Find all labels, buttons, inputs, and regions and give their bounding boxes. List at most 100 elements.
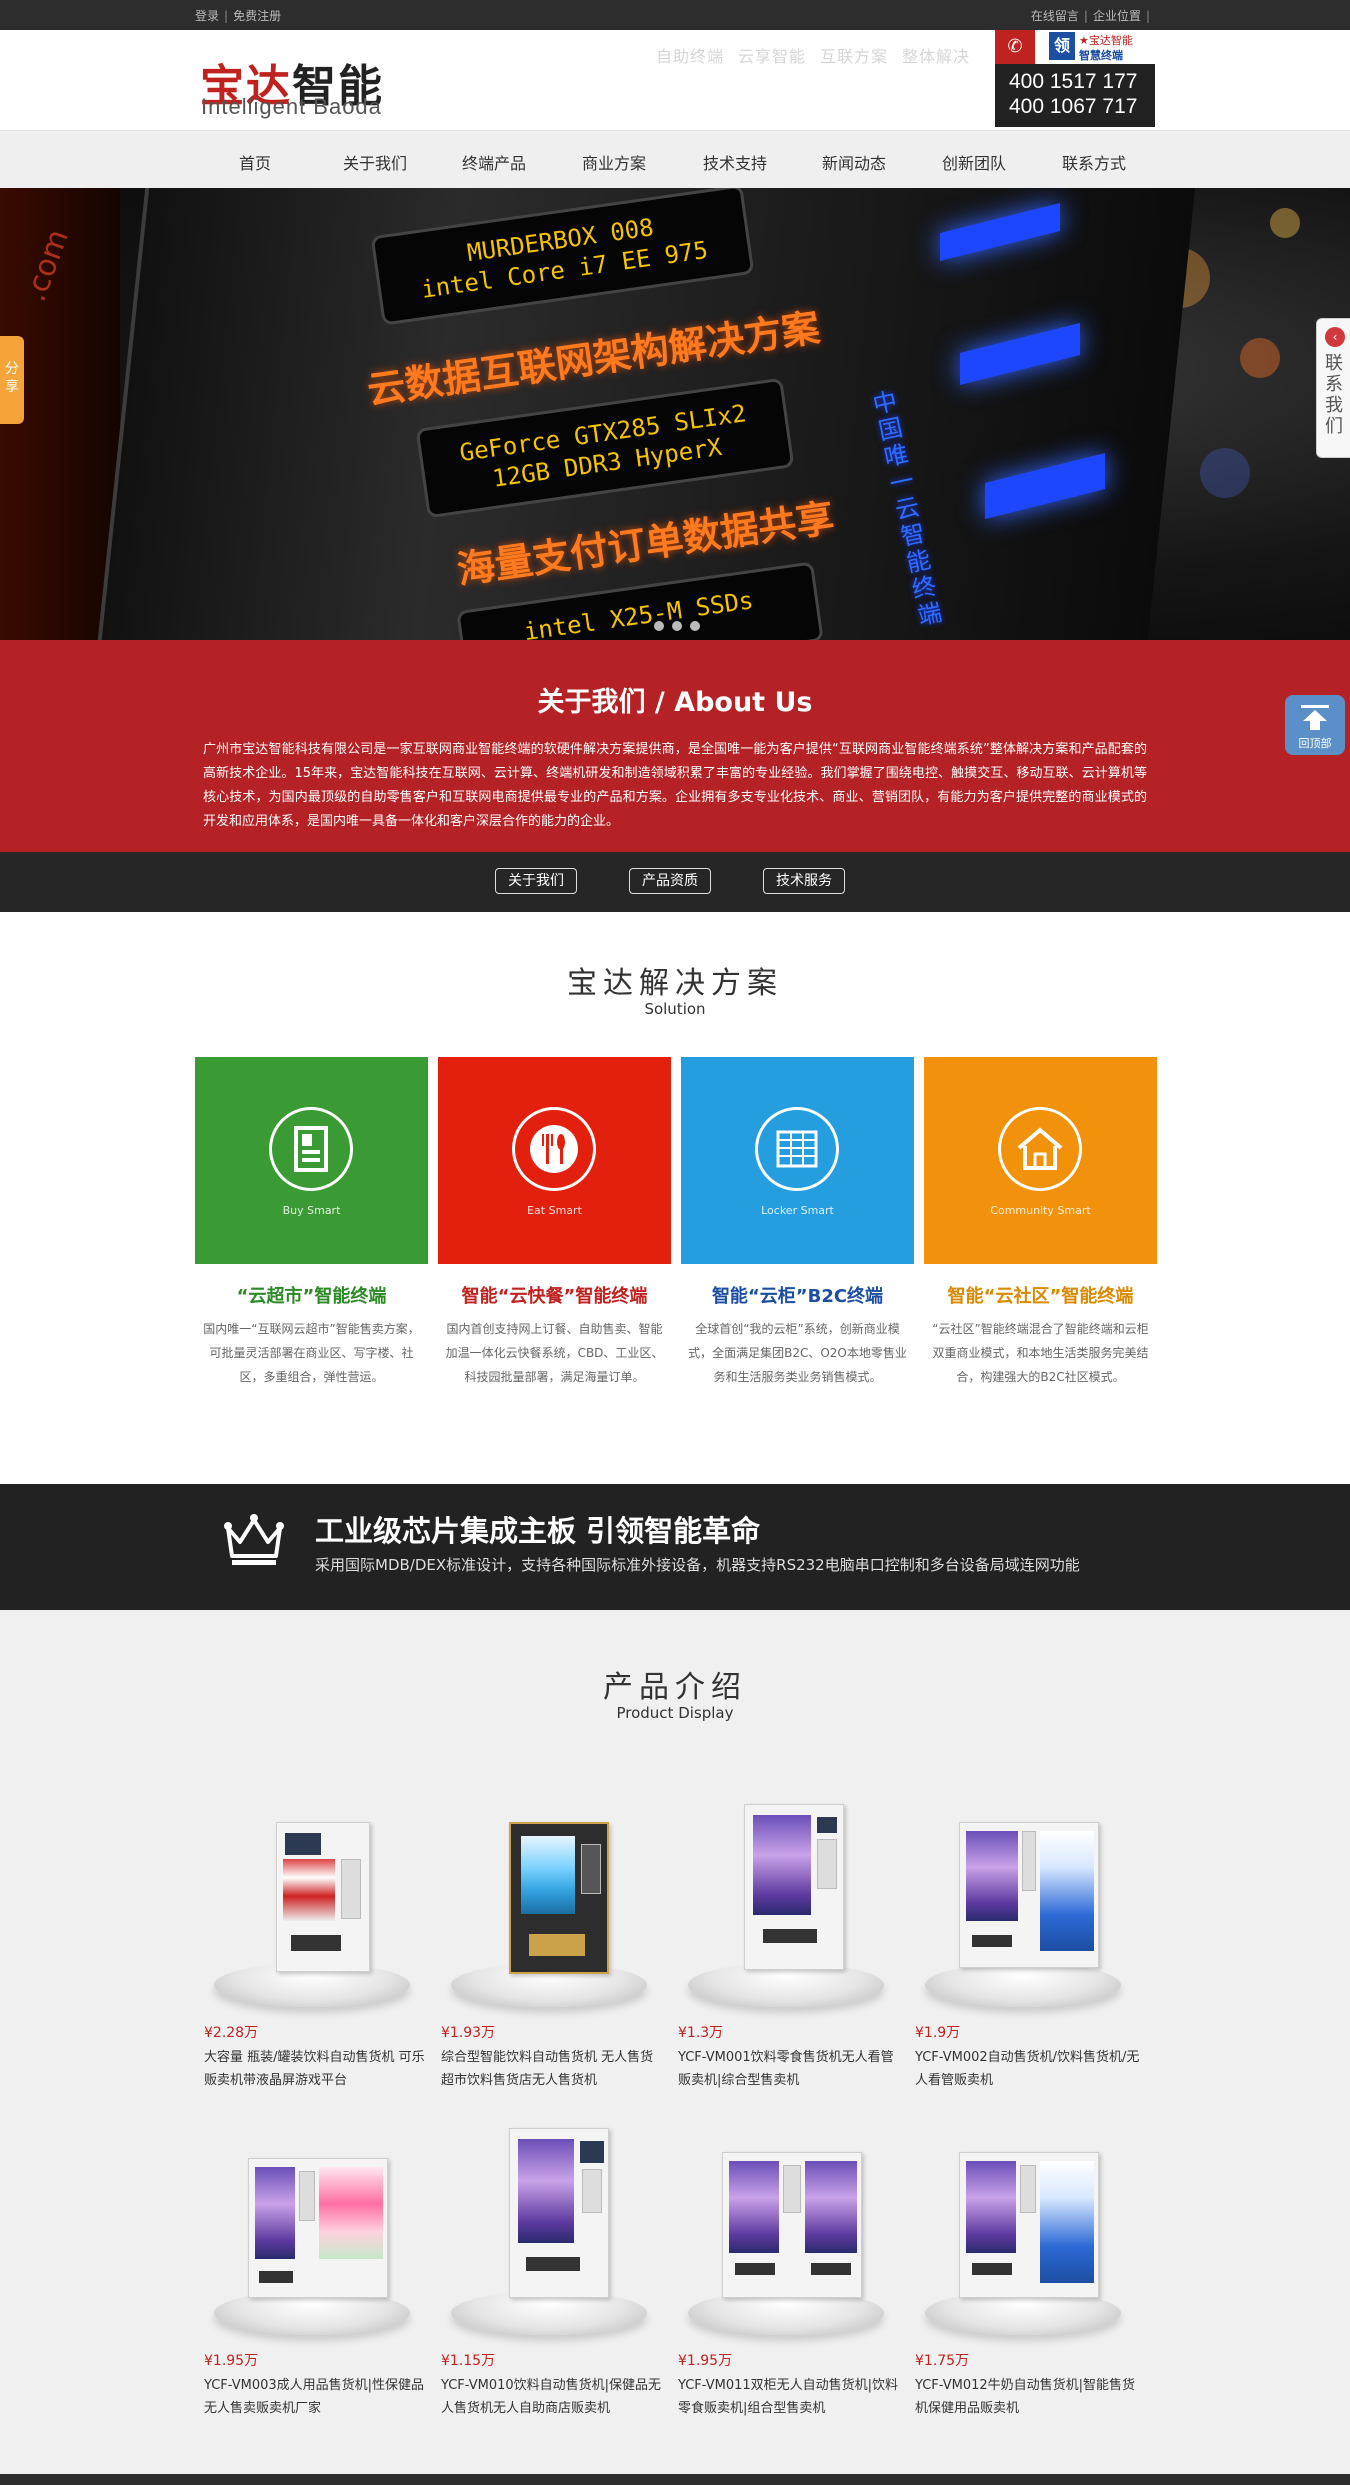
- home-icon-glyph: [1017, 1127, 1063, 1170]
- solution-card[interactable]: Buy Smart: [195, 1057, 428, 1264]
- product-desc[interactable]: YCF-VM002自动售货机/饮料售货机/无人看管贩卖机: [915, 2046, 1140, 2092]
- logo-english: Intelligent Baoda: [201, 94, 382, 119]
- machine-window: [729, 2161, 779, 2253]
- product-image[interactable]: [911, 1800, 1136, 2015]
- solution-name[interactable]: 智能“云柜”B2C终端: [681, 1282, 914, 1308]
- qualification-button[interactable]: 产品资质: [629, 868, 711, 894]
- product-price: ¥1.95万: [678, 2353, 733, 2369]
- solution-desc: 国内首创支持网上订餐、自助售卖、智能加温一体化云快餐系统，CBD、工业区、科技园…: [445, 1322, 664, 1384]
- arrow-up-icon: [1301, 705, 1329, 730]
- machine-slot: [291, 1935, 341, 1951]
- about-title: 关于我们 / About Us: [537, 687, 813, 718]
- machine-window: [521, 1836, 575, 1914]
- product-desc[interactable]: 综合型智能饮料自动售货机 无人售货超市饮料售货店无人售货机: [441, 2046, 666, 2092]
- nav-item-team[interactable]: 创新团队: [914, 150, 1034, 174]
- solution-name[interactable]: 智能“云社区”智能终端: [924, 1282, 1157, 1308]
- solution-desc: 全球首创“我的云柜”系统，创新商业模式，全面满足集团B2C、O2O本地零售业务和…: [688, 1322, 907, 1384]
- top-bar: 登录 | 免费注册 在线留言 | 企业位置 |: [0, 0, 1350, 30]
- carousel-dot[interactable]: [654, 621, 664, 631]
- machine-slot: [763, 1929, 817, 1943]
- product-desc[interactable]: YCF-VM003成人用品售货机|性保健品无人售卖贩卖机厂家: [204, 2374, 429, 2420]
- solution-card[interactable]: Community Smart: [924, 1057, 1157, 1264]
- product-desc[interactable]: YCF-VM012牛奶自动售货机|智能售货机保健用品贩卖机: [915, 2374, 1140, 2420]
- header-slogan: 自助终端 云享智能 互联方案 整体解决: [656, 43, 984, 67]
- vending-machine: [722, 2152, 862, 2298]
- slogan-item: 互联方案: [820, 47, 889, 66]
- carousel-dot[interactable]: [690, 621, 700, 631]
- feature-strip: 工业级芯片集成主板 引领智能革命 采用国际MDB/DEX标准设计，支持各种国际标…: [0, 1484, 1350, 1610]
- locker-icon: [755, 1107, 839, 1191]
- product-desc[interactable]: YCF-VM001饮料零食售货机无人看管贩卖机|综合型售卖机: [678, 2046, 903, 2092]
- product-price: ¥1.3万: [678, 2025, 724, 2041]
- message-link[interactable]: 在线留言: [1031, 7, 1079, 24]
- product-image[interactable]: [674, 1800, 899, 2015]
- separator: |: [224, 9, 229, 23]
- solution-card[interactable]: Locker Smart: [681, 1057, 914, 1264]
- utility-links: 在线留言 | 企业位置 |: [1031, 7, 1155, 24]
- solution-name[interactable]: “云超市”智能终端: [195, 1282, 428, 1308]
- share-tab[interactable]: 分享: [0, 336, 24, 424]
- locker-grid: [1040, 1831, 1094, 1951]
- machine-slot: [526, 2257, 580, 2271]
- back-to-top-button[interactable]: 回顶部: [1285, 695, 1345, 755]
- vending-machine: [744, 1804, 844, 1970]
- machine-window: [255, 2167, 295, 2259]
- machine-panel: [1020, 2165, 1036, 2213]
- hero-banner[interactable]: .com MURDERBOX 008 intel Core i7 EE 975 …: [0, 188, 1350, 640]
- product-image[interactable]: [200, 1800, 425, 2015]
- nav-item-products[interactable]: 终端产品: [434, 150, 554, 174]
- machine-panel: [582, 2169, 602, 2213]
- contact-tab[interactable]: ‹ 联系我们: [1316, 318, 1350, 458]
- machine-screen: [817, 1817, 837, 1833]
- solution-card[interactable]: Eat Smart: [438, 1057, 671, 1264]
- site-header: 宝达智能 Intelligent Baoda 自助终端 云享智能 互联方案 整体解决 …: [0, 30, 1350, 130]
- hotline-2: 400 1067 717: [1009, 95, 1138, 118]
- product-image[interactable]: [437, 1800, 662, 2015]
- product-image[interactable]: [674, 2128, 899, 2343]
- nav-item-contact[interactable]: 联系方式: [1034, 150, 1154, 174]
- nav-item-about[interactable]: 关于我们: [315, 150, 435, 174]
- product-desc[interactable]: YCF-VM011双柜无人自动售货机|饮料零食贩卖机|组合型售卖机: [678, 2374, 903, 2420]
- nav-item-solutions[interactable]: 商业方案: [554, 150, 674, 174]
- register-link[interactable]: 免费注册: [233, 7, 281, 24]
- nav-item-news[interactable]: 新闻动态: [794, 150, 914, 174]
- phone-icon: ✆: [995, 30, 1035, 64]
- bokeh-light: [1200, 448, 1250, 498]
- bokeh-light: [1240, 338, 1280, 378]
- login-link[interactable]: 登录: [195, 7, 219, 24]
- product-price: ¥1.15万: [441, 2353, 496, 2369]
- machine-slot: [972, 2263, 1012, 2275]
- store-icon-glyph: [294, 1126, 328, 1172]
- about-links-bar: 关于我们 产品资质 技术服务: [0, 852, 1350, 912]
- solution-en: Community Smart: [990, 1204, 1091, 1217]
- product-image[interactable]: [200, 2128, 425, 2343]
- product-desc[interactable]: YCF-VM010饮料自动售货机|保健品无人售货机无人自助商店贩卖机: [441, 2374, 666, 2420]
- machine-panel: [299, 2171, 315, 2221]
- nav-item-home[interactable]: 首页: [195, 150, 315, 174]
- nav-item-support[interactable]: 技术支持: [675, 150, 795, 174]
- solution-name[interactable]: 智能“云快餐”智能终端: [438, 1282, 671, 1308]
- solution-desc: “云社区”智能终端混合了智能终端和云柜双重商业模式，和本地生活类服务完美结合，构…: [932, 1322, 1149, 1384]
- machine-slot: [735, 2263, 775, 2275]
- tech-service-button[interactable]: 技术服务: [763, 868, 845, 894]
- product-desc[interactable]: 大容量 瓶装/罐装饮料自动售货机 可乐贩卖机带液晶屏游戏平台: [204, 2046, 429, 2092]
- about-us-button[interactable]: 关于我们: [495, 868, 577, 894]
- solutions-title: 宝达解决方案: [567, 966, 783, 1001]
- carousel-dot[interactable]: [672, 621, 682, 631]
- share-label: 分享: [5, 361, 19, 395]
- product-price: ¥1.75万: [915, 2353, 970, 2369]
- vending-machine: [509, 1822, 609, 1974]
- machine-panel: [581, 1844, 601, 1894]
- product-stand: [925, 1963, 1121, 2007]
- machine-window: [805, 2161, 857, 2253]
- solution-en: Buy Smart: [282, 1204, 341, 1217]
- slogan-item: 自助终端: [656, 47, 725, 66]
- product-image[interactable]: [911, 2128, 1136, 2343]
- strip-title: 工业级芯片集成主板 引领智能革命: [315, 1514, 761, 1548]
- machine-slot: [811, 2263, 851, 2275]
- carousel-indicators: [650, 616, 704, 635]
- location-link[interactable]: 企业位置: [1093, 7, 1141, 24]
- home-icon: [998, 1107, 1082, 1191]
- machine-panel: [817, 1839, 837, 1889]
- product-image[interactable]: [437, 2128, 662, 2343]
